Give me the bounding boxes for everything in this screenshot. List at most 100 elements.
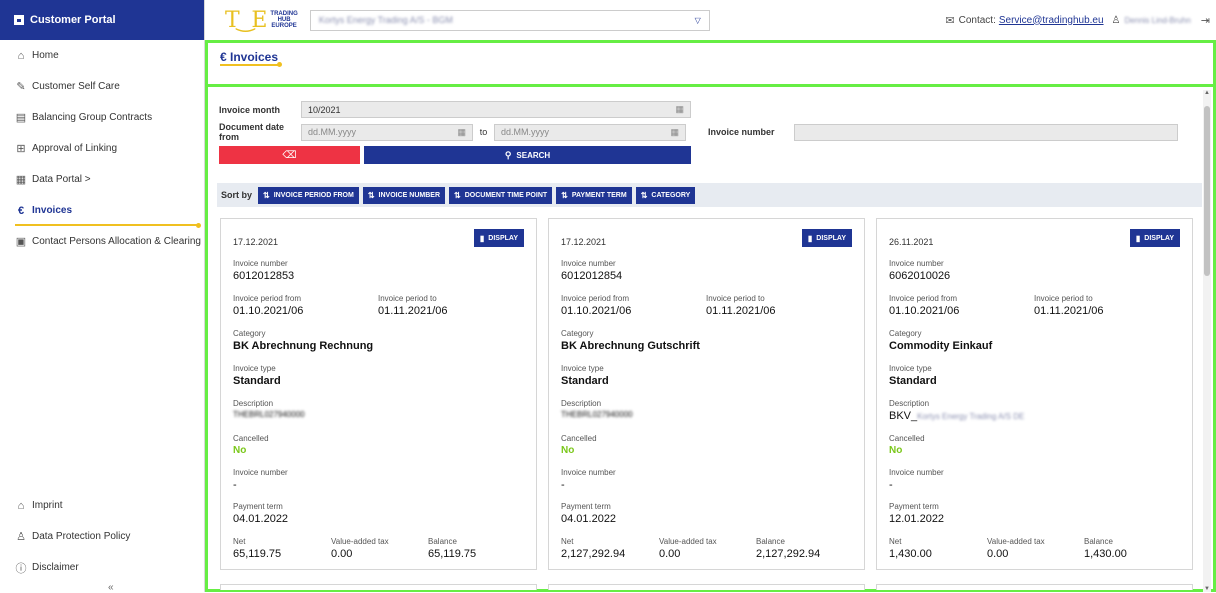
invoice-number-input[interactable] [794, 123, 1178, 141]
company-selected-value: Kortys Energy Trading A/S - BGM [318, 15, 453, 25]
users-icon: ♙ [16, 531, 26, 543]
topbar: T‿E TRADING HUB EUROPE Kortys Energy Tra… [205, 0, 1216, 40]
doc-date-to-input[interactable]: dd.MM.yyyy ▦ [494, 123, 686, 141]
sidebar: Customer Portal ⌂ Home ✎ Customer Self C… [0, 0, 205, 593]
sidebar-item-imprint[interactable]: ⌂ Imprint [0, 490, 204, 521]
sidebar-item-data-protection[interactable]: ♙ Data Protection Policy [0, 521, 204, 552]
sort-invoice-number-button[interactable]: ⇅ INVOICE NUMBER [362, 186, 445, 204]
field-label: Invoice number [233, 468, 288, 477]
search-button-label: SEARCH [516, 150, 551, 160]
sort-icon: ⇅ [454, 190, 461, 200]
contact-card-icon: ▣ [15, 236, 27, 248]
contact-area: ✉ Contact: Service@tradinghub.eu ♙ Denni… [945, 14, 1210, 27]
calendar-icon[interactable]: ▦ [670, 127, 679, 138]
file-icon: ▮ [807, 233, 813, 243]
invoice-card: 17.12.2021 ▮ DISPLAY Invoice number 601201… [220, 218, 537, 570]
brand-logo[interactable]: T‿E TRADING HUB EUROPE [225, 8, 298, 33]
sidebar-item-approval-of-linking[interactable]: ⊞ Approval of Linking [0, 133, 204, 164]
sort-payment-term-button[interactable]: ⇅ PAYMENT TERM [556, 186, 632, 204]
field-invoice-type: Invoice type Standard [889, 364, 937, 387]
field-label: Balance [428, 537, 457, 546]
logout-icon[interactable]: ⇥ [1201, 14, 1210, 27]
calendar-icon[interactable]: ▦ [457, 127, 466, 138]
description-prefix: BKV_ [889, 410, 918, 422]
field-description: Description THEBRL027940000 [561, 399, 633, 419]
field-invoice-type: Invoice type Standard [233, 364, 281, 387]
field-balance: Balance 65,119.75 [428, 537, 476, 560]
field-period-to: Invoice period to 01.11.2021/06 [378, 294, 448, 317]
field-value: 6062010026 [889, 270, 951, 282]
scroll-up-arrow[interactable]: ▲ [1203, 90, 1211, 96]
sort-document-time-point-button[interactable]: ⇅ DOCUMENT TIME POINT [449, 186, 553, 204]
invoice-card [548, 584, 865, 590]
field-value: THEBRL027940000 [561, 410, 633, 419]
field-label: Invoice number [561, 259, 616, 268]
field-value: No [233, 445, 247, 456]
clear-filters-button[interactable]: ⌫ [219, 146, 360, 164]
display-button-label: DISPLAY [816, 234, 846, 242]
sort-bar: Sort by ⇅ INVOICE PERIOD FROM ⇅ INVOICE NU… [217, 183, 1202, 207]
company-select[interactable]: Kortys Energy Trading A/S - BGM ▽ [309, 9, 710, 31]
field-period-from: Invoice period from 01.10.2021/06 [561, 294, 631, 317]
sort-invoice-period-from-button[interactable]: ⇅ INVOICE PERIOD FROM [258, 186, 359, 204]
field-cancelled: Cancelled No [561, 434, 597, 456]
field-balance: Balance 2,127,292.94 [756, 537, 820, 560]
field-description: Description BKV_Kortys Energy Trading A/S… [889, 399, 1024, 422]
sort-category-button[interactable]: ⇅ CATEGORY [635, 186, 696, 204]
bank-icon: ⌂ [17, 499, 25, 512]
sidebar-item-home[interactable]: ⌂ Home [0, 40, 204, 71]
user-menu[interactable]: ♙ Dennis Lind-Bruhn [1112, 15, 1191, 26]
display-button[interactable]: ▮ DISPLAY [1129, 229, 1180, 247]
content-scrollbar[interactable]: ▲ ▼ [1203, 90, 1211, 592]
euro-icon: € [17, 204, 25, 217]
field-cancelled: Cancelled No [233, 434, 269, 456]
scroll-down-arrow[interactable]: ▼ [1203, 586, 1211, 592]
sidebar-item-disclaimer[interactable]: ⓘ Disclaimer [0, 552, 204, 583]
page-header: € Invoices [208, 43, 1213, 87]
sort-button-label: CATEGORY [651, 191, 691, 199]
the-logo-mark: T‿E [225, 7, 267, 33]
field-label: Category [233, 329, 266, 338]
invoice-month-input[interactable]: 10/2021 ▦ [301, 101, 691, 118]
doc-date-from-input[interactable]: dd.MM.yyyy ▦ [301, 123, 473, 141]
field-label: Value-added tax [331, 537, 389, 546]
field-value: 65,119.75 [233, 548, 282, 560]
field-value: 01.10.2021/06 [889, 305, 960, 317]
field-label: Cancelled [233, 434, 269, 443]
user-icon: ♙ [1111, 14, 1121, 26]
field-label: Description [889, 399, 930, 408]
field-value: 01.11.2021/06 [706, 305, 776, 317]
calendar-icon[interactable]: ▦ [675, 104, 684, 115]
filter-row-dates: Document date from dd.MM.yyyy ▦ to dd.MM… [219, 122, 1178, 142]
info-icon: ⓘ [15, 562, 27, 575]
field-label: Invoice type [233, 364, 276, 373]
file-icon: ▮ [479, 233, 485, 243]
search-button[interactable]: ⚲ SEARCH [364, 146, 691, 164]
field-label: Invoice number [561, 468, 616, 477]
sidebar-item-customer-self-care[interactable]: ✎ Customer Self Care [0, 71, 204, 102]
doc-date-to-placeholder: dd.MM.yyyy [501, 127, 550, 137]
sidebar-header[interactable]: Customer Portal [0, 0, 204, 40]
sidebar-item-contact-persons[interactable]: ▣ Contact Persons Allocation & Clearing [0, 226, 204, 257]
invoice-date: 26.11.2021 [889, 237, 934, 247]
sidebar-item-balancing-group-contracts[interactable]: ▤ Balancing Group Contracts [0, 102, 204, 133]
field-invoice-number-2: Invoice number - [561, 468, 616, 491]
sidebar-item-label: Home [32, 50, 59, 61]
display-button[interactable]: ▮ DISPLAY [801, 229, 852, 247]
field-label: Invoice number [233, 259, 288, 268]
description-rest: Kortys Energy Trading A/S DE [917, 412, 1025, 421]
field-value: 01.11.2021/06 [378, 305, 448, 317]
sidebar-item-label: Contact Persons Allocation & Clearing [32, 236, 201, 247]
sidebar-item-label: Invoices [32, 205, 73, 216]
display-button[interactable]: ▮ DISPLAY [473, 229, 524, 247]
field-net: Net 2,127,292.94 [561, 537, 625, 560]
field-value: - [889, 479, 893, 491]
contact-email-link[interactable]: Service@tradinghub.eu [999, 15, 1104, 26]
sidebar-item-data-portal[interactable]: ▦ Data Portal > [0, 164, 204, 195]
sidebar-collapse-button[interactable]: « [108, 582, 114, 593]
field-label: Balance [1084, 537, 1113, 546]
sidebar-item-invoices[interactable]: € Invoices [0, 195, 204, 228]
field-label: Net [561, 537, 574, 546]
field-value: - [233, 479, 237, 491]
scrollbar-thumb[interactable] [1204, 106, 1210, 276]
